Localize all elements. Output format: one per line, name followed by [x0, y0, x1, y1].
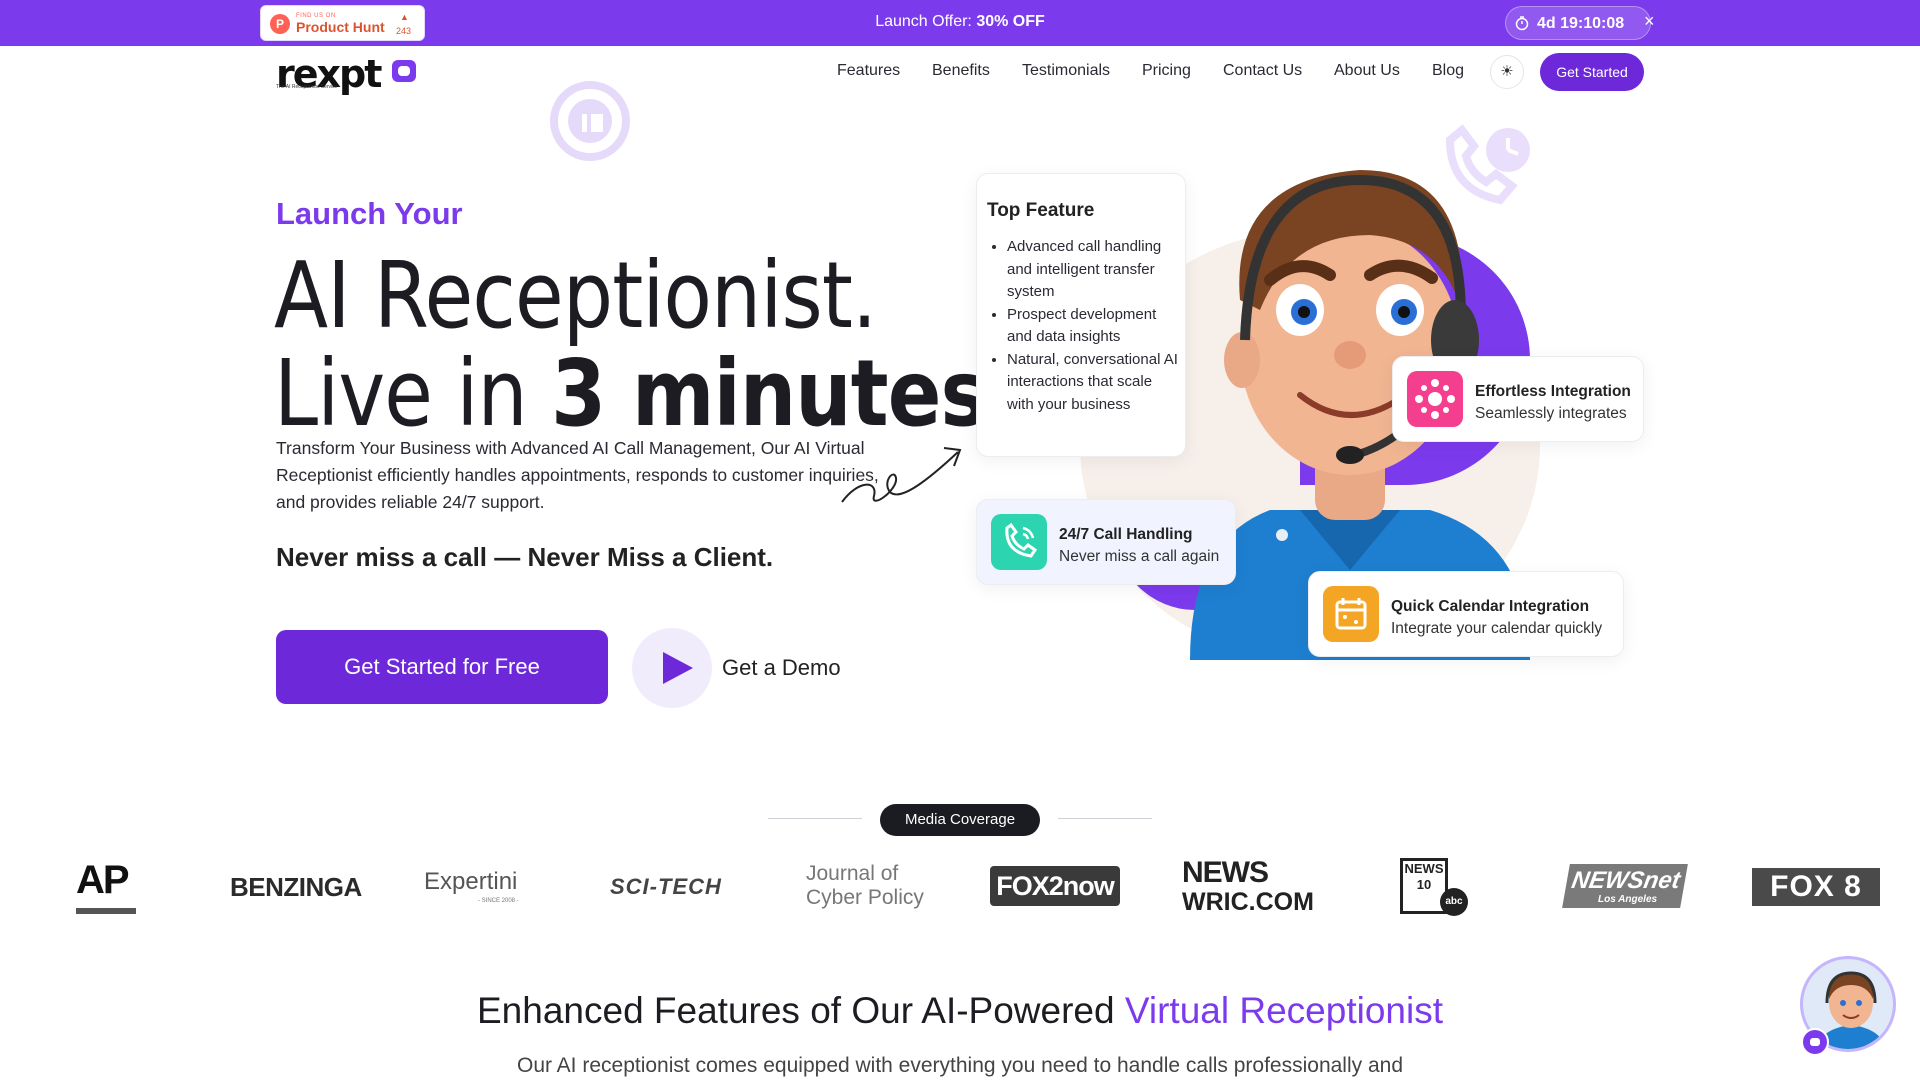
top-feature-item: Prospect development and data insights [1007, 304, 1179, 349]
ap-logo-bar [76, 908, 136, 914]
launch-offer-value: 30% OFF [976, 13, 1045, 30]
launch-offer-label: Launch Offer: [875, 13, 977, 30]
close-icon[interactable]: × [1644, 11, 1655, 32]
logo-robot-icon [392, 60, 416, 82]
nav-features[interactable]: Features [837, 62, 900, 80]
journal-cyber-policy-logo: Journal of Cyber Policy [806, 862, 924, 909]
curly-arrow-icon [841, 447, 962, 503]
countdown-value: 4d 19:10:08 [1537, 15, 1625, 32]
top-feature-card: Top Feature Advanced call handling and i… [976, 173, 1186, 457]
expertini-logo-sub: - SINCE 2008 - [478, 898, 519, 904]
get-demo-link[interactable]: Get a Demo [722, 655, 841, 681]
scitech-logo: SCI-TECH [610, 874, 722, 899]
effortless-integration-title: Effortless Integration [1475, 383, 1631, 400]
divider [768, 818, 862, 819]
get-started-free-button[interactable]: Get Started for Free [276, 630, 608, 704]
play-demo-icon[interactable] [632, 628, 712, 708]
hero-eyebrow: Launch Your [276, 196, 463, 231]
calendar-integration-subtitle: Integrate your calendar quickly [1391, 620, 1603, 637]
call-handling-card: 24/7 Call Handling Never miss a call aga… [976, 499, 1236, 585]
nav-blog[interactable]: Blog [1432, 62, 1464, 80]
effortless-integration-subtitle: Seamlessly integrates [1475, 405, 1627, 422]
get-started-button[interactable]: Get Started [1540, 53, 1644, 91]
top-feature-title: Top Feature [987, 200, 1095, 221]
top-feature-item: Natural, conversational AI interactions … [1007, 349, 1179, 417]
media-coverage-label: Media Coverage [880, 804, 1040, 836]
call-handling-title: 24/7 Call Handling [1059, 526, 1193, 543]
benzinga-logo: BENZINGA [230, 872, 362, 902]
features-title-text: Enhanced Features of Our AI-Powered [477, 990, 1125, 1031]
features-section-title: Enhanced Features of Our AI-Powered Virt… [0, 990, 1920, 1032]
phone-icon [991, 514, 1047, 570]
call-handling-subtitle: Never miss a call again [1059, 548, 1220, 565]
logo-tagline: The AI Receptionist Service [276, 84, 338, 90]
nav-pricing[interactable]: Pricing [1142, 62, 1191, 80]
fox2now-logo: FOX2now [990, 866, 1120, 906]
nav-about-us[interactable]: About Us [1334, 62, 1400, 80]
network-icon [1407, 371, 1463, 427]
fox8-logo: FOX 8 [1752, 868, 1880, 906]
hero-tagline: Never miss a call — Never Miss a Client. [276, 542, 774, 572]
abc-logo: abc [1440, 888, 1468, 916]
features-section-subtitle: Our AI receptionist comes equipped with … [516, 1054, 1404, 1077]
linkedin-decor-icon [550, 81, 630, 161]
calendar-integration-card: Quick Calendar Integration Integrate you… [1308, 571, 1624, 657]
stopwatch-icon [1515, 16, 1529, 31]
theme-toggle-sun-icon[interactable]: ☀ [1490, 55, 1524, 89]
top-feature-item: Advanced call handling and intelligent t… [1007, 236, 1179, 304]
features-title-highlight: Virtual Receptionist [1124, 990, 1443, 1031]
nav-testimonials[interactable]: Testimonials [1022, 62, 1110, 80]
divider [1058, 818, 1152, 819]
hero-title-line1: AI Receptionist. [274, 242, 877, 349]
countdown-timer: 4d 19:10:08 [1505, 6, 1651, 40]
nav-benefits[interactable]: Benefits [932, 62, 990, 80]
calendar-integration-title: Quick Calendar Integration [1391, 598, 1590, 615]
hero-description: Transform Your Business with Advanced AI… [276, 438, 879, 512]
nav-contact-us[interactable]: Contact Us [1223, 62, 1302, 80]
hero-title-line2-pre: Live in [274, 340, 552, 447]
newsnet-logo-sub: Los Angeles [1598, 894, 1658, 905]
hero-title-line2: Live in 3 minutes. [274, 340, 1012, 447]
effortless-integration-card: Effortless Integration Seamlessly integr… [1392, 356, 1644, 442]
calendar-icon [1323, 586, 1379, 642]
promo-bar: P FIND US ON Product Hunt ▲ 243 Launch O… [0, 0, 1920, 46]
chat-robot-icon[interactable] [1801, 1028, 1829, 1056]
wric-news-logo-sub: WRIC.COM [1182, 888, 1314, 916]
top-feature-list: Advanced call handling and intelligent t… [1007, 236, 1179, 416]
hero-title-highlight: 3 minutes [551, 340, 988, 447]
